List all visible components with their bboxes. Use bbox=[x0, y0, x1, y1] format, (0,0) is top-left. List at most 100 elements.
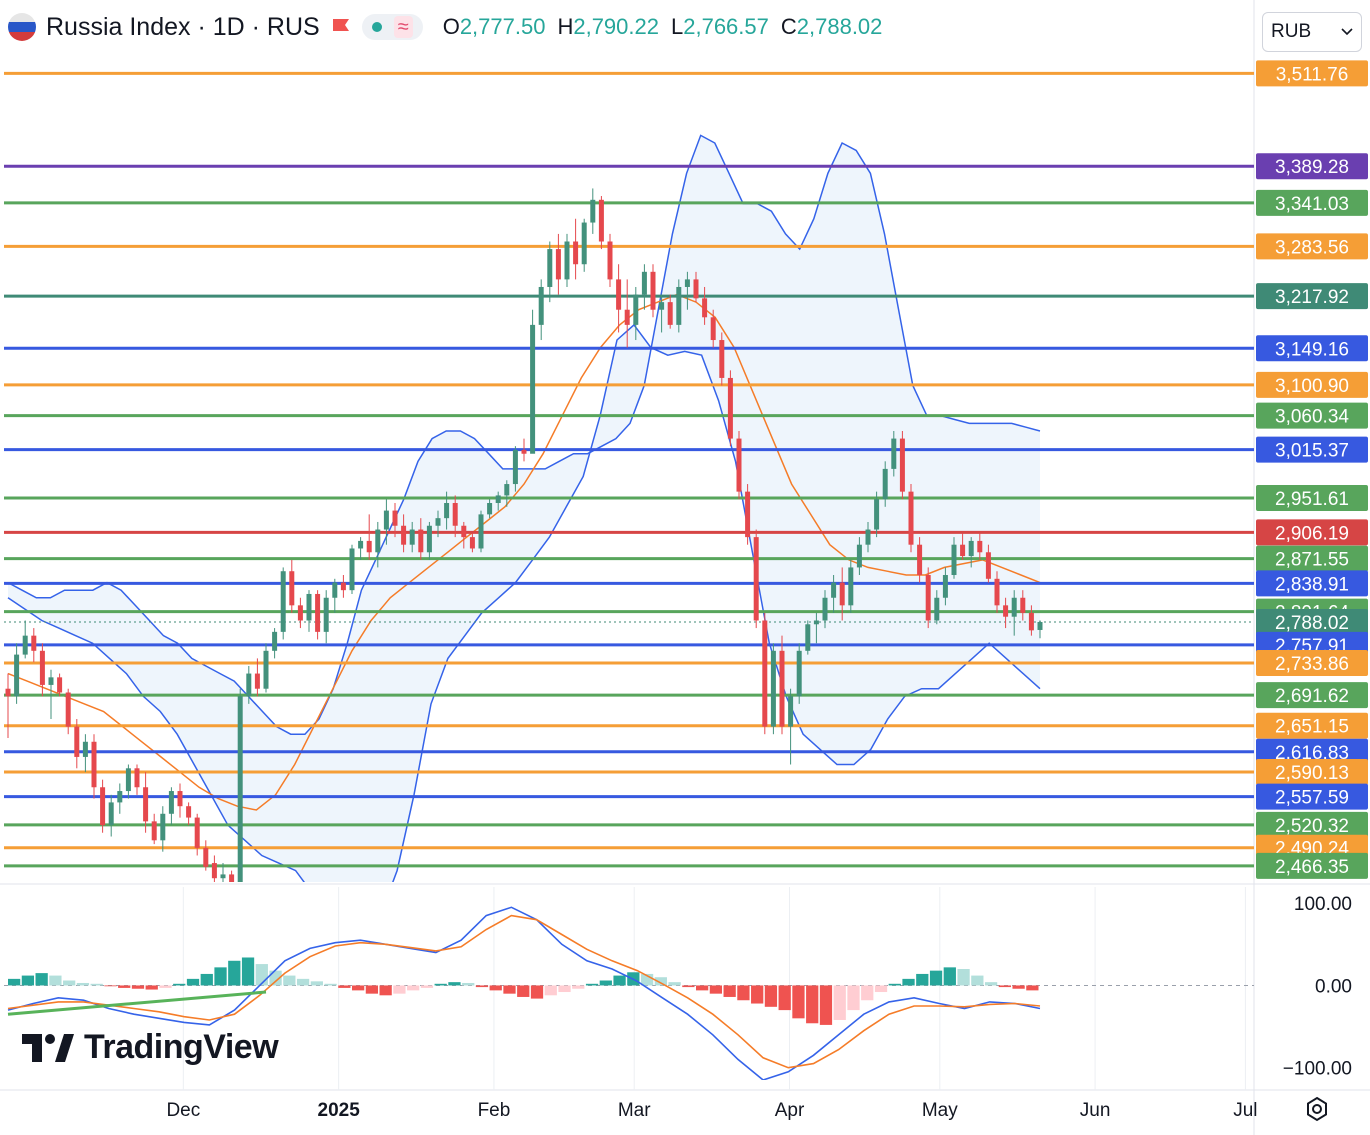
candle-body bbox=[848, 567, 854, 606]
candle-body bbox=[874, 499, 880, 530]
wave-icon[interactable]: ≈ bbox=[393, 16, 413, 38]
flag-marker-icon[interactable] bbox=[330, 16, 352, 38]
candle-body bbox=[925, 575, 931, 621]
price-label: 2,691.62 bbox=[1256, 682, 1368, 709]
chart-canvas[interactable]: 3,511.76 3,389.28 3,341.03 3,283.56 3,217.92… bbox=[0, 0, 1370, 1135]
macd-histogram-bar bbox=[475, 985, 489, 988]
candle-body bbox=[753, 537, 759, 621]
candle-body bbox=[555, 249, 561, 280]
candle-body bbox=[306, 593, 312, 621]
price-label: 2,733.86 bbox=[1256, 650, 1368, 677]
chart-header: Russia Index · 1D · RUS ≈ O2,777.50 H 2,7… bbox=[8, 10, 882, 44]
time-axis-label: Jul bbox=[1233, 1100, 1257, 1121]
macd-histogram-bar bbox=[861, 985, 874, 1001]
macd-histogram-bar bbox=[572, 985, 585, 989]
macd-histogram-bar bbox=[819, 985, 833, 1025]
price-label-text: 3,389.28 bbox=[1275, 157, 1349, 178]
price-label: 2,788.02 bbox=[1256, 608, 1368, 635]
candle-body bbox=[48, 677, 54, 685]
settings-gear-icon[interactable] bbox=[1304, 1096, 1330, 1122]
macd-histogram-bar bbox=[8, 978, 21, 986]
macd-histogram-bar bbox=[668, 982, 681, 986]
macd-histogram-bar bbox=[448, 982, 461, 986]
price-label: 3,511.76 bbox=[1256, 60, 1368, 87]
candle-body bbox=[31, 635, 37, 651]
price-label-text: 2,590.13 bbox=[1275, 763, 1349, 784]
candle-body bbox=[693, 279, 699, 299]
price-label-text: 2,788.02 bbox=[1275, 613, 1349, 634]
ohlc-value: 2,788.02 bbox=[796, 14, 883, 39]
ohlc-key: C bbox=[780, 14, 797, 39]
candle-body bbox=[865, 529, 871, 545]
candle-body bbox=[100, 787, 106, 826]
ohlc-key: H bbox=[557, 14, 574, 39]
candle-body bbox=[375, 529, 381, 553]
macd-histogram-bar bbox=[792, 985, 805, 1019]
macd-histogram-bar bbox=[737, 985, 750, 1001]
candle-body bbox=[985, 552, 991, 579]
candle-body bbox=[194, 817, 200, 848]
candle-body bbox=[779, 650, 785, 727]
candle-body bbox=[349, 548, 355, 591]
tradingview-logo[interactable]: TradingView bbox=[22, 1028, 279, 1067]
candle-body bbox=[727, 377, 733, 439]
macd-histogram-bar bbox=[751, 985, 764, 1004]
candle-body bbox=[332, 582, 338, 598]
macd-histogram-bar bbox=[21, 975, 35, 986]
price-label: 2,557.59 bbox=[1256, 783, 1368, 810]
price-label: 3,389.28 bbox=[1256, 153, 1368, 180]
candle-body bbox=[151, 821, 157, 841]
macd-histogram-bar bbox=[503, 985, 516, 994]
time-axis-label: Jun bbox=[1080, 1100, 1111, 1121]
ohlc-value: 2,777.50 bbox=[459, 14, 546, 39]
macd-histogram-bar bbox=[393, 985, 406, 994]
indicator-toggles[interactable]: ≈ bbox=[361, 14, 423, 40]
macd-histogram-bar bbox=[1012, 985, 1025, 989]
macd-histogram-bar bbox=[971, 975, 984, 986]
macd-histogram-bar bbox=[530, 985, 544, 999]
candle-body bbox=[383, 510, 389, 530]
price-label-text: 3,283.56 bbox=[1275, 237, 1349, 258]
price-label: 3,283.56 bbox=[1256, 233, 1368, 260]
macd-histogram-bar bbox=[35, 973, 48, 986]
candle-body bbox=[942, 575, 948, 598]
ohlc-key: O bbox=[442, 14, 460, 39]
candle-body bbox=[676, 286, 682, 325]
candle-body bbox=[762, 620, 768, 727]
symbol-title[interactable]: Russia Index · 1D · RUS bbox=[46, 13, 320, 42]
macd-histogram-bar bbox=[365, 985, 379, 994]
candle-body bbox=[1020, 597, 1026, 613]
macd-histogram-bar bbox=[420, 985, 434, 988]
candle-body bbox=[822, 597, 828, 621]
candle-body bbox=[564, 241, 570, 280]
candle-body bbox=[143, 787, 149, 822]
candle-body bbox=[57, 677, 63, 693]
macd-histogram-bar bbox=[984, 982, 998, 986]
macd-histogram-bar bbox=[186, 978, 200, 986]
price-label-text: 2,520.32 bbox=[1275, 816, 1349, 837]
price-pane bbox=[4, 71, 1254, 882]
candle-body bbox=[908, 491, 914, 545]
price-label: 3,341.03 bbox=[1256, 189, 1368, 216]
macd-histogram-bar bbox=[764, 985, 778, 1007]
candle-body bbox=[650, 271, 656, 310]
candle-body bbox=[272, 631, 278, 651]
tradingview-logo-icon bbox=[22, 1033, 74, 1062]
currency-select[interactable]: RUB bbox=[1262, 12, 1362, 52]
time-axis-label: Apr bbox=[775, 1100, 805, 1121]
candle-body bbox=[710, 317, 716, 341]
candle-body bbox=[538, 286, 544, 325]
candle-body bbox=[108, 802, 114, 826]
macd-histogram-bar bbox=[159, 985, 172, 988]
macd-histogram-bar bbox=[310, 981, 323, 986]
macd-histogram-bar bbox=[998, 985, 1011, 988]
macd-histogram-bar bbox=[118, 985, 131, 988]
macd-histogram-bar bbox=[63, 980, 76, 986]
time-axis-label: Mar bbox=[618, 1100, 651, 1121]
chevron-down-icon bbox=[1341, 28, 1353, 36]
candle-body bbox=[117, 791, 123, 803]
candle-body bbox=[960, 544, 966, 557]
candle-body bbox=[211, 863, 217, 879]
candle-body bbox=[1011, 597, 1017, 617]
candle-body bbox=[74, 726, 80, 757]
